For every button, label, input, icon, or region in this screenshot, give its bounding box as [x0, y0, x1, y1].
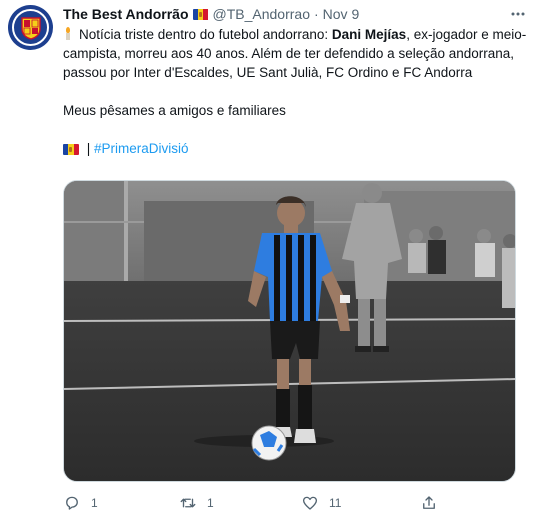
andorra-flag-icon: [63, 143, 79, 155]
author-name[interactable]: The Best Andorrão: [63, 6, 189, 22]
hashtag-link[interactable]: #PrimeraDivisió: [94, 141, 189, 156]
heart-icon: [302, 496, 318, 510]
tweet-card[interactable]: The Best Andorrão @TB_Andorrao · Nov 9 N…: [0, 0, 543, 526]
condolence-text: Meus pêsames a amigos e familiares: [63, 103, 286, 118]
andorra-flag-icon: [192, 8, 209, 20]
tweet-photo[interactable]: [63, 180, 516, 482]
hashtag-line: | #PrimeraDivisió: [63, 139, 528, 158]
retweet-icon: [180, 498, 196, 508]
like-count: 11: [329, 496, 342, 510]
author-handle[interactable]: @TB_Andorrao: [213, 6, 310, 22]
retweet-button[interactable]: 1: [179, 494, 214, 512]
avatar[interactable]: [8, 5, 53, 50]
reply-icon: [66, 496, 78, 510]
reply-button[interactable]: 1: [63, 494, 98, 512]
more-options-icon[interactable]: [509, 5, 527, 24]
body-bold-name: Dani Mejías: [331, 27, 407, 42]
share-button[interactable]: [420, 494, 438, 512]
football-player-photo: [64, 181, 515, 481]
tweet-body: Notícia triste dentro do futebol andorra…: [63, 25, 528, 82]
tweet-header: The Best Andorrão @TB_Andorrao · Nov 9: [63, 5, 527, 23]
tag-separator: |: [86, 141, 91, 156]
reply-count: 1: [91, 496, 98, 510]
header-separator: ·: [313, 6, 319, 22]
tweet-date[interactable]: Nov 9: [323, 6, 360, 22]
retweet-count: 1: [207, 496, 214, 510]
like-button[interactable]: 11: [301, 494, 341, 512]
candle-icon: [63, 27, 73, 40]
body-prefix: Notícia triste dentro do futebol andorra…: [79, 27, 332, 42]
share-icon: [423, 496, 435, 509]
andorra-coat-of-arms-icon: [12, 9, 49, 46]
tweet-text: Notícia triste dentro do futebol andorra…: [63, 25, 528, 158]
football: [251, 425, 287, 461]
tweet-actions: 1 1 11: [63, 493, 528, 513]
